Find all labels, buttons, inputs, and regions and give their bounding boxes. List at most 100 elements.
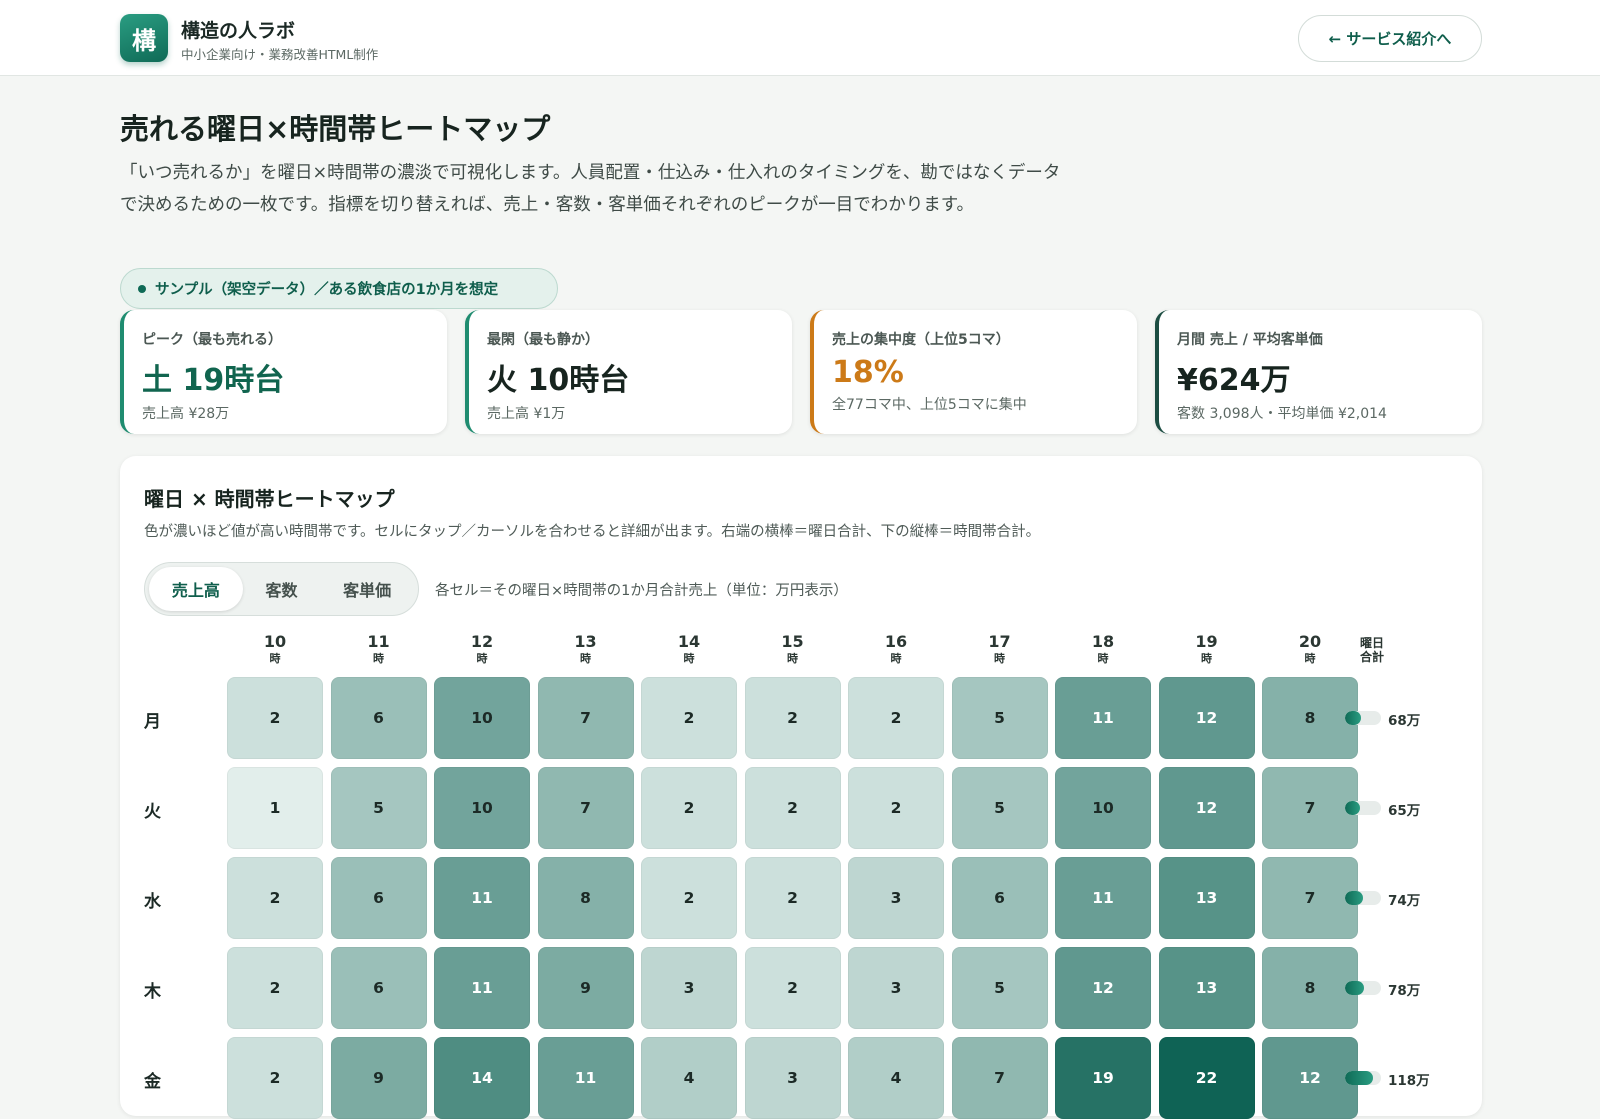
hour-header: 17 時 <box>952 632 1048 666</box>
heatmap-cell[interactable]: 4 <box>848 1037 944 1119</box>
day-total-bar-fill <box>1345 891 1363 905</box>
heatmap-cell[interactable]: 8 <box>1262 677 1358 759</box>
heatmap-cell[interactable]: 2 <box>227 857 323 939</box>
heatmap-cell[interactable]: 2 <box>848 767 944 849</box>
day-total-bar <box>1345 1071 1381 1085</box>
heatmap-cell[interactable]: 3 <box>744 1037 841 1119</box>
heatmap-cell[interactable]: 2 <box>641 767 737 849</box>
heatmap-cell[interactable]: 6 <box>330 947 427 1029</box>
heatmap-cell[interactable]: 6 <box>951 857 1048 939</box>
tab-sales[interactable]: 売上高 <box>149 567 243 611</box>
hour-label: 13 <box>574 632 597 651</box>
heatmap-cell[interactable]: 2 <box>848 677 944 759</box>
day-label: 水 <box>144 892 161 912</box>
heatmap-cell[interactable]: 11 <box>434 947 530 1029</box>
hour-suffix: 時 <box>476 652 488 665</box>
tab-customers[interactable]: 客数 <box>243 567 321 611</box>
hour-label: 15 <box>781 632 804 651</box>
heatmap-cell[interactable]: 2 <box>227 947 323 1029</box>
kpi-label: 最閑（最も静か） <box>487 332 599 348</box>
heatmap-cell[interactable]: 11 <box>1055 677 1151 759</box>
hour-header: 19 時 <box>1159 632 1255 666</box>
heatmap-cell[interactable]: 7 <box>951 1037 1048 1119</box>
heatmap-cell[interactable]: 7 <box>1262 767 1358 849</box>
heatmap-cell[interactable]: 5 <box>951 767 1048 849</box>
day-total-bar <box>1345 711 1381 725</box>
heatmap-cell[interactable]: 14 <box>434 1037 530 1119</box>
heatmap-cell[interactable]: 2 <box>744 947 841 1029</box>
page-title: 売れる曜日×時間帯ヒートマップ <box>120 112 551 146</box>
heatmap-cell[interactable]: 7 <box>537 767 634 849</box>
heatmap-cell[interactable]: 12 <box>1055 947 1151 1029</box>
heatmap-cell[interactable]: 10 <box>434 677 530 759</box>
hour-label: 19 <box>1195 632 1218 651</box>
kpi-sub: 売上高 ¥28万 <box>142 406 230 422</box>
heatmap-cell[interactable]: 12 <box>1262 1037 1358 1119</box>
heatmap-cell[interactable]: 13 <box>1158 857 1255 939</box>
kpi-sub: 売上高 ¥1万 <box>487 406 566 422</box>
heatmap-cell[interactable]: 2 <box>744 767 841 849</box>
heatmap-cell[interactable]: 2 <box>227 1037 323 1119</box>
heatmap-cell[interactable]: 6 <box>330 677 427 759</box>
day-total-value: 65万 <box>1388 803 1421 819</box>
hour-label: 20 <box>1298 632 1322 651</box>
heatmap-cell[interactable]: 2 <box>227 677 323 759</box>
hour-label: 11 <box>367 632 390 651</box>
heatmap-cell[interactable]: 10 <box>1055 767 1151 849</box>
heatmap-cell[interactable]: 8 <box>537 857 634 939</box>
heatmap-cell[interactable]: 3 <box>848 947 944 1029</box>
heatmap-cell[interactable]: 12 <box>1158 677 1255 759</box>
day-total-bar-fill <box>1345 711 1362 725</box>
heatmap-cell[interactable]: 1 <box>227 767 323 849</box>
heatmap-cell[interactable]: 11 <box>1055 857 1151 939</box>
back-to-services-button[interactable]: ← サービス紹介へ <box>1298 15 1482 62</box>
heatmap-cell[interactable]: 5 <box>951 947 1048 1029</box>
heatmap-cell[interactable]: 3 <box>848 857 944 939</box>
kpi-sub: 全77コマ中、上位5コマに集中 <box>832 397 1027 413</box>
kpi-value: 火 10時台 <box>487 363 630 398</box>
heatmap-cell[interactable]: 9 <box>537 947 634 1029</box>
hour-label: 16 <box>884 632 908 651</box>
heatmap-cell[interactable]: 11 <box>434 857 530 939</box>
kpi-card-monthly: 月間 売上 / 平均客単価 ¥624万 客数 3,098人・平均単価 ¥2,01… <box>1155 310 1482 434</box>
page-lead: 「いつ売れるか」を曜日×時間帯の濃淡で可視化します。人員配置・仕込み・仕入れのタ… <box>120 163 1061 215</box>
hour-suffix: 時 <box>683 652 695 665</box>
kpi-card-concentration: 売上の集中度（上位5コマ） 18% 全77コマ中、上位5コマに集中 <box>810 310 1137 434</box>
heatmap-cell[interactable]: 7 <box>1262 857 1358 939</box>
kpi-card-peak: ピーク（最も売れる） 土 19時台 売上高 ¥28万 <box>120 310 447 434</box>
heatmap-cell[interactable]: 19 <box>1055 1037 1151 1119</box>
heatmap-cell[interactable]: 22 <box>1158 1037 1255 1119</box>
heatmap-cell[interactable]: 2 <box>744 857 841 939</box>
heatmap-title: 曜日 × 時間帯ヒートマップ <box>144 487 395 511</box>
tab-avg-spend[interactable]: 客単価 <box>320 567 414 611</box>
heatmap-cell[interactable]: 3 <box>641 947 737 1029</box>
heatmap-cell[interactable]: 5 <box>951 677 1048 759</box>
heatmap-cell[interactable]: 4 <box>641 1037 737 1119</box>
day-total-bar <box>1345 981 1381 995</box>
day-total-bar <box>1345 801 1381 815</box>
kpi-label: 売上の集中度（上位5コマ） <box>832 332 1010 348</box>
hour-header: 14 時 <box>641 632 737 666</box>
metric-toggle: 売上高 客数 客単価 <box>144 562 419 616</box>
heatmap-cell[interactable]: 7 <box>537 677 634 759</box>
day-total-bar-fill <box>1345 1071 1374 1085</box>
kpi-value: 土 19時台 <box>142 363 285 398</box>
heatmap-cell[interactable]: 13 <box>1158 947 1255 1029</box>
heatmap-cell[interactable]: 9 <box>330 1037 427 1119</box>
heatmap-description: 色が濃いほど値が高い時間帯です。セルにタップ／カーソルを合わせると詳細が出ます。… <box>144 524 1041 540</box>
heatmap-cell[interactable]: 2 <box>744 677 841 759</box>
heatmap-cell[interactable]: 2 <box>641 857 737 939</box>
heatmap-cell[interactable]: 8 <box>1262 947 1358 1029</box>
brand-logo: 構 <box>120 14 168 62</box>
heatmap-cell[interactable]: 10 <box>434 767 530 849</box>
heatmap-cell[interactable]: 6 <box>330 857 427 939</box>
day-total-bar <box>1345 891 1381 905</box>
heatmap-cell[interactable]: 2 <box>641 677 737 759</box>
heatmap-cell[interactable]: 11 <box>537 1037 634 1119</box>
hour-suffix: 時 <box>994 652 1005 665</box>
sample-data-badge: サンプル（架空データ）／ある飲食店の1か月を想定 <box>120 268 558 309</box>
hour-label: 17 <box>988 632 1011 651</box>
day-label: 木 <box>144 982 161 1002</box>
heatmap-cell[interactable]: 5 <box>330 767 427 849</box>
heatmap-cell[interactable]: 12 <box>1158 767 1255 849</box>
